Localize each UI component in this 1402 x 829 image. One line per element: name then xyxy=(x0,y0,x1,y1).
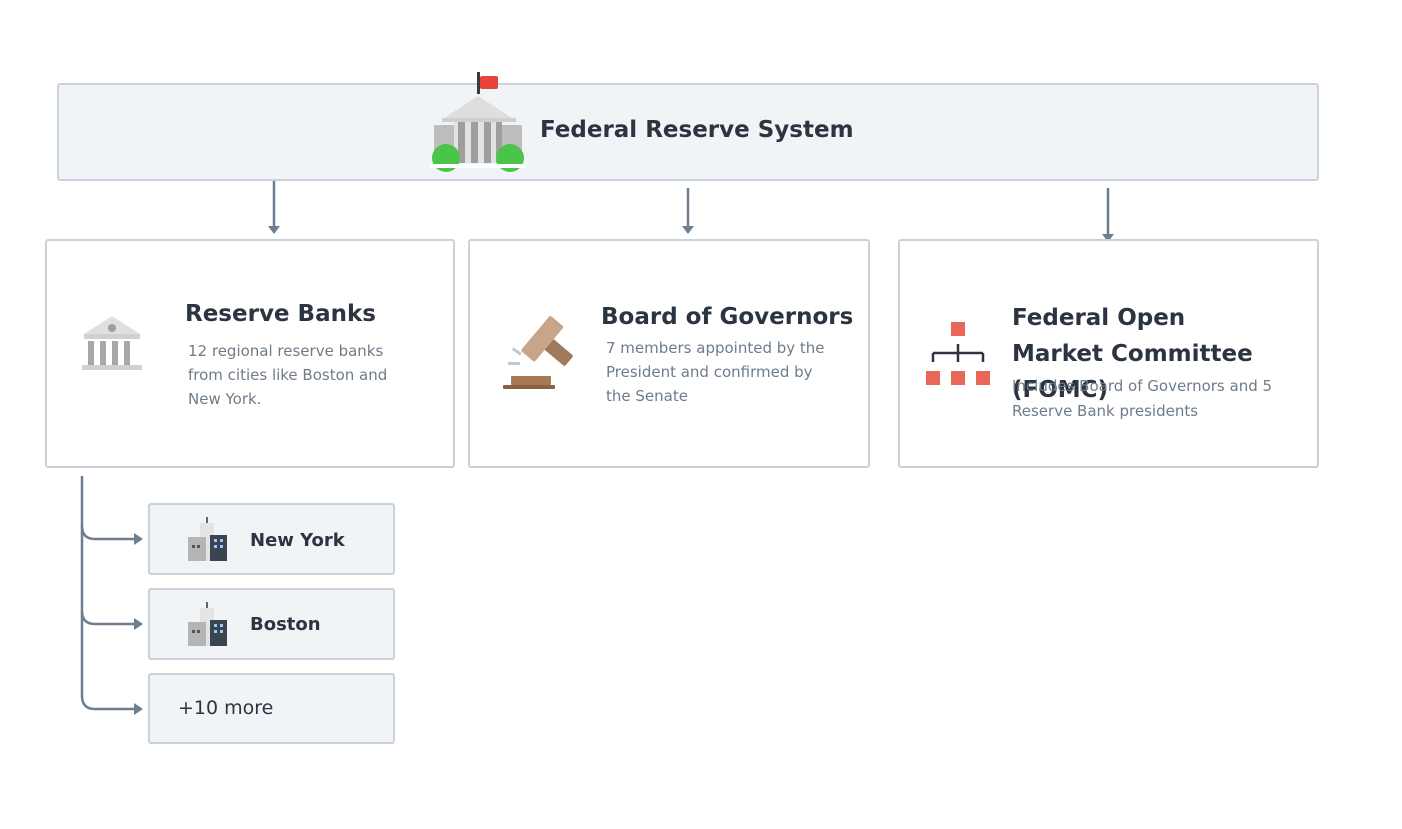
reserve-banks-title: Reserve Banks xyxy=(185,301,376,327)
gavel-icon xyxy=(503,316,573,389)
arrowhead xyxy=(682,226,694,234)
org-chart-icon xyxy=(926,322,990,385)
connector-banks-to-boston xyxy=(80,526,136,626)
bank-label-boston: Boston xyxy=(250,614,321,635)
bank-label-new-york: New York xyxy=(250,530,345,551)
board-of-governors-title: Board of Governors xyxy=(601,304,854,330)
fomc-description: Includes Board of Governors and 5 Reserv… xyxy=(1012,377,1273,420)
connector-banks-to-new-york xyxy=(80,476,136,541)
connector-banks-to-more xyxy=(80,611,136,711)
city-buildings-icon xyxy=(188,602,227,646)
arrowhead xyxy=(134,703,143,715)
reserve-banks-description: 12 regional reserve banks from cities li… xyxy=(188,342,388,408)
federal-building-icon xyxy=(430,72,526,172)
arrowhead xyxy=(134,533,143,545)
bank-label-more: +10 more xyxy=(178,697,274,719)
arrowhead xyxy=(134,618,143,630)
city-buildings-icon xyxy=(188,517,227,561)
arrowhead xyxy=(268,226,280,234)
board-of-governors-description: 7 members appointed by the President and… xyxy=(606,339,825,405)
root-title: Federal Reserve System xyxy=(540,117,854,143)
bank-icon xyxy=(82,316,142,370)
